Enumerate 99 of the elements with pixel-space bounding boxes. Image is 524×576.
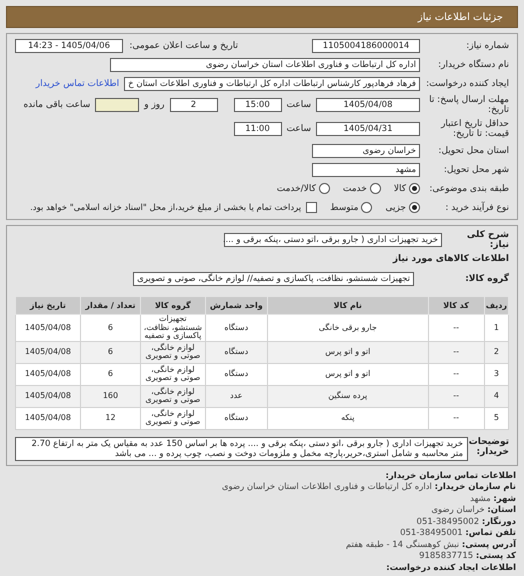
- table-cell: لوازم خانگی، صوتی و تصویری: [140, 385, 206, 407]
- field-label: ایجاد کننده درخواست:: [425, 78, 509, 88]
- process-radio[interactable]: متوسط: [330, 202, 372, 213]
- table-cell: 3: [484, 363, 508, 385]
- deadline-date-field: 1405/04/08: [316, 98, 420, 112]
- table-cell: 6: [80, 341, 141, 363]
- table-cell: لوازم خانگی، صوتی و تصویری: [140, 341, 206, 363]
- remaining-hours-field: [95, 98, 140, 112]
- info-value: 9185837715: [419, 551, 474, 561]
- announce-date-field: 1405/04/06 - 14:23: [15, 38, 123, 52]
- creator-field: فرهاد فرهادپور کارشناس ارتباطات اداره کل ارتباطات و فناوری اطلاعات استان خ: [124, 76, 420, 90]
- table-cell: پنکه: [268, 407, 428, 429]
- table-cell: 6: [80, 363, 141, 385]
- field-label: شماره نیاز:: [465, 40, 509, 50]
- info-label: نام سازمان خریدار:: [434, 482, 516, 492]
- table-cell: 1405/04/08: [16, 314, 80, 341]
- column-header: واحد شمارش: [205, 296, 268, 314]
- field-label: نوع فرآیند خرید :: [444, 202, 509, 212]
- info-value: مشهد: [470, 494, 491, 504]
- column-header: ردیف: [484, 296, 508, 314]
- buyer-field: اداره کل ارتباطات و فناوری اطلاعات استان خراسان رضوی: [110, 58, 420, 72]
- validity-time-field: 11:00: [234, 122, 282, 136]
- days-label: روز و: [144, 100, 164, 110]
- section-heading: اطلاعات ایجاد کننده درخواست:: [386, 562, 516, 572]
- table-cell: 4: [484, 385, 508, 407]
- table-cell: تجهیزات شستشو، نظافت، پاکسازی و تصفیه: [140, 314, 206, 341]
- category-radio[interactable]: خدمت: [342, 183, 381, 194]
- days-field: 2: [170, 98, 218, 112]
- contact-link[interactable]: اطلاعات تماس خریدار: [36, 78, 120, 88]
- table-cell: دستگاه: [205, 363, 268, 385]
- field-label: نام دستگاه خریدار:: [437, 60, 509, 70]
- field-label: طبقه بندی موضوعی:: [428, 184, 509, 194]
- table-cell: 6: [80, 314, 141, 341]
- info-value: 38495001-051: [400, 528, 463, 538]
- table-cell: لوازم خانگی، صوتی و تصویری: [140, 363, 206, 385]
- info-value: خراسان رضوی: [431, 505, 485, 515]
- table-cell: 1405/04/08: [16, 385, 80, 407]
- field-label: شهر محل تحویل:: [442, 164, 509, 174]
- table-cell: اتو و اتو پرس: [268, 341, 428, 363]
- table-cell: دستگاه: [205, 341, 268, 363]
- column-header: کد کالا: [428, 296, 484, 314]
- field-label: گروه کالا:: [464, 274, 509, 284]
- table-cell: 160: [80, 385, 141, 407]
- remaining-label: ساعت باقی مانده: [23, 100, 90, 110]
- info-label: دورنگار:: [482, 516, 516, 526]
- category-radio[interactable]: کالا: [394, 183, 420, 194]
- info-value: اداره کل ارتباطات و فناوری اطلاعات استان خراسان رضوی: [222, 482, 432, 492]
- goods-group-field: تجهیزات شستشو، نظافت، پاکسازی و تصفیه// لوازم خانگی، صوتی و تصویری: [133, 272, 414, 286]
- field-label: حداقل تاریخ اعتبار قیمت: تا تاریخ:: [440, 119, 509, 139]
- field-label: استان محل تحویل:: [437, 146, 509, 156]
- table-cell: 1405/04/08: [16, 407, 80, 429]
- info-label: آدرس پستی:: [462, 540, 516, 550]
- info-label: استان:: [487, 505, 516, 515]
- need-number-field: 1105004186000014: [312, 38, 420, 52]
- table-cell: لوازم خانگی، صوتی و تصویری: [140, 407, 206, 429]
- province-field: خراسان رضوی: [312, 144, 420, 158]
- column-header: تعداد / مقدار: [80, 296, 141, 314]
- table-cell: عدد: [205, 385, 268, 407]
- info-value: نبش کوهسنگی 14 - طبقه هفتم: [346, 540, 460, 550]
- field-label: تاریخ و ساعت اعلان عمومی:: [128, 40, 238, 50]
- column-header: گروه کالا: [140, 296, 206, 314]
- info-label: شهر:: [493, 494, 516, 504]
- column-header: تاریخ نیاز: [16, 296, 80, 314]
- summary-field: خرید تجهیزات اداری ( جارو برقی ،اتو دستی ،پنکه برقی و ....: [224, 233, 442, 247]
- city-field: مشهد: [312, 162, 420, 176]
- page-header: جزئیات اطلاعات نیاز: [6, 6, 518, 28]
- notes-field: خرید تجهیزات اداری ( جارو برقی ،اتو دستی ،پنکه برقی و .... پرده ها بر اساس 150 عدد به مقیاس یک متر به ارتفاع 2.70 متر محاسبه و شامل استری،حریر،پارچه مخمل و ملزومات دوخت و نصب، چوب پرده و ... می باشد: [15, 436, 468, 460]
- payment-checkbox[interactable]: [306, 202, 318, 213]
- time-label: ساعت: [286, 124, 311, 134]
- table-cell: پرده سنگین: [268, 385, 428, 407]
- table-cell: اتو و اتو پرس: [268, 363, 428, 385]
- info-value: 38495002-051: [416, 516, 480, 526]
- table-cell: دستگاه: [205, 314, 268, 341]
- process-radio[interactable]: جزیی: [385, 202, 420, 213]
- table-cell: --: [428, 314, 484, 341]
- category-radio[interactable]: کالا/خدمت: [276, 183, 330, 194]
- table-cell: 1405/04/08: [16, 363, 80, 385]
- deadline-time-field: 15:00: [234, 98, 282, 112]
- table-cell: --: [428, 385, 484, 407]
- field-label: مهلت ارسال پاسخ: تا تاریخ:: [428, 95, 509, 115]
- section-heading: اطلاعات تماس سازمان خریدار:: [386, 470, 516, 480]
- section-heading: اطلاعات کالاهای مورد نیاز: [392, 254, 509, 264]
- table-cell: --: [428, 341, 484, 363]
- table-cell: --: [428, 407, 484, 429]
- column-header: نام کالا: [268, 296, 428, 314]
- field-label: شرح کلی نیاز:: [466, 230, 509, 250]
- table-cell: 1405/04/08: [16, 341, 80, 363]
- table-cell: 12: [80, 407, 141, 429]
- time-label: ساعت: [286, 100, 311, 110]
- table-cell: --: [428, 363, 484, 385]
- info-label: کد پستی:: [476, 551, 516, 561]
- table-cell: 5: [484, 407, 508, 429]
- table-cell: دستگاه: [205, 407, 268, 429]
- table-cell: 2: [484, 341, 508, 363]
- payment-label: پرداخت تمام یا بخشی از مبلغ خرید،از محل "اسناد خزانه اسلامی" خواهد بود.: [30, 202, 302, 212]
- validity-date-field: 1405/04/31: [316, 122, 420, 136]
- info-label: تلفن تماس:: [465, 528, 516, 538]
- table-cell: جارو برقی خانگی: [268, 314, 428, 341]
- table-cell: 1: [484, 314, 508, 341]
